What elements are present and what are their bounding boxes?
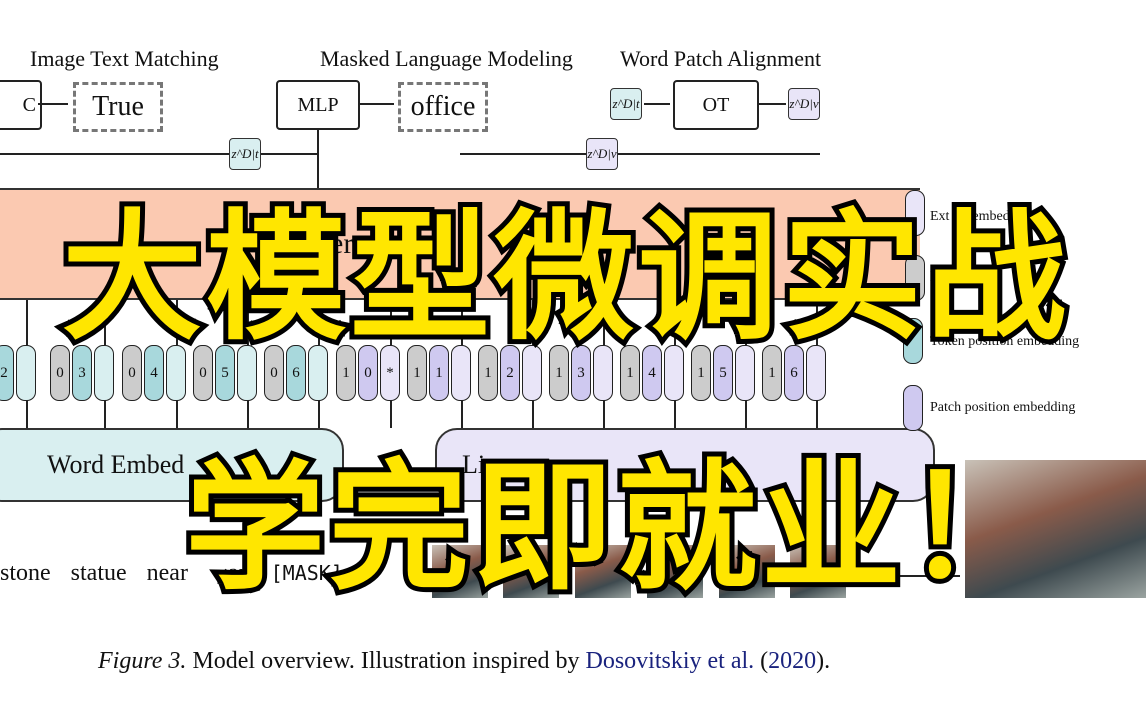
- figure-caption: Figure 3. Model overview. Illustration i…: [98, 648, 830, 675]
- wpa-label: Word Patch Alignment: [620, 46, 822, 71]
- overlay-title: 大模型微调实战: [57, 192, 1071, 365]
- caption-figure-number: Figure 3.: [98, 648, 187, 674]
- caption-paren: ).: [816, 648, 831, 674]
- connector: [176, 400, 178, 428]
- connector: [104, 400, 106, 428]
- zt-box: z^D|t: [610, 88, 642, 120]
- overlay-subtitle: 学完即就业！: [180, 442, 1050, 615]
- arrow: [26, 300, 28, 345]
- office-output: office: [398, 82, 488, 132]
- citation-link[interactable]: Dosovitskiy et al.: [585, 648, 754, 674]
- token-embedding: [16, 345, 36, 401]
- arrow: [360, 103, 394, 105]
- arrow: [644, 103, 670, 105]
- mlp-box: MLP: [276, 80, 360, 130]
- connector: [26, 400, 28, 428]
- itm-label: Image Text Matching: [30, 46, 219, 71]
- itm-head-box: C: [0, 80, 42, 130]
- true-output: True: [73, 82, 163, 132]
- bracket-text: [0, 153, 318, 155]
- citation-year-link[interactable]: 2020: [768, 648, 816, 674]
- zv-box: z^D|v: [788, 88, 820, 120]
- bracket-patch: [460, 153, 820, 155]
- arrow: [758, 103, 786, 105]
- itm-head-label: C: [22, 93, 36, 116]
- caption-text: Model overview. Illustration inspired by: [186, 648, 586, 674]
- caption-paren: (: [754, 648, 769, 674]
- word: statue: [70, 560, 127, 586]
- arrow: [38, 103, 68, 105]
- legend-label: Patch position embedding: [930, 400, 1076, 415]
- mlm-label: Masked Language Modeling: [320, 46, 573, 71]
- ot-box: OT: [673, 80, 759, 130]
- word: stone: [0, 560, 51, 586]
- word: near: [146, 560, 188, 586]
- token-embedding: 2: [0, 345, 14, 401]
